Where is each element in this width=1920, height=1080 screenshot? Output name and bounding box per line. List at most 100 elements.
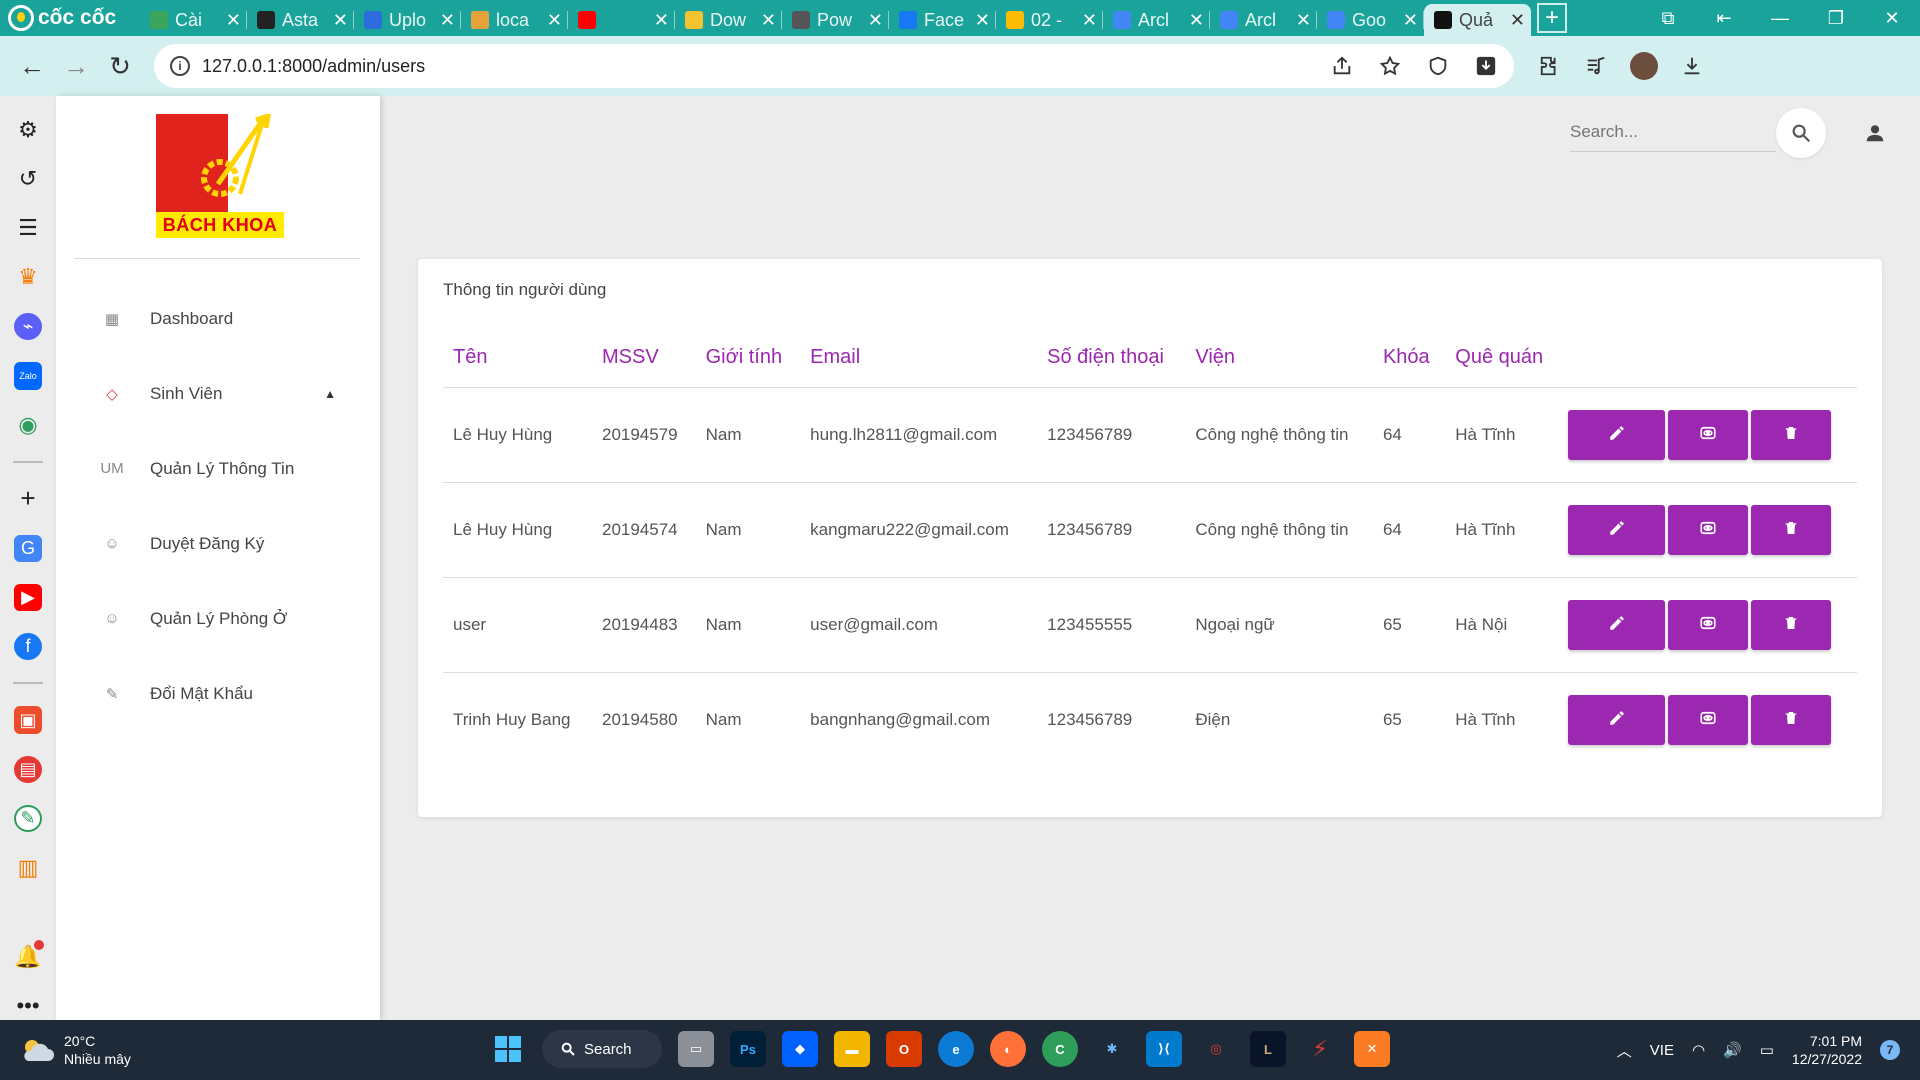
- browser-tab[interactable]: Pow ✕: [782, 4, 889, 36]
- view-button[interactable]: [1668, 504, 1749, 555]
- edit-button[interactable]: [1568, 504, 1666, 555]
- cell-email[interactable]: kangmaru222@gmail.com: [800, 482, 1038, 578]
- taskbar-search[interactable]: Search: [542, 1030, 662, 1068]
- view-button[interactable]: [1668, 599, 1749, 650]
- tab-close-icon[interactable]: ✕: [868, 10, 883, 31]
- settings-gear-icon[interactable]: ⚙: [14, 116, 42, 143]
- tab-close-icon[interactable]: ✕: [761, 10, 776, 31]
- coccoc-map-icon[interactable]: ✎: [14, 804, 42, 833]
- tab-close-icon[interactable]: ✕: [440, 10, 455, 31]
- google-translate-icon[interactable]: G: [14, 534, 42, 562]
- tab-close-icon[interactable]: ✕: [333, 10, 348, 31]
- dropbox-icon[interactable]: ◆: [782, 1031, 818, 1067]
- shield-icon[interactable]: [1426, 54, 1450, 78]
- more-icon[interactable]: •••: [14, 993, 42, 1020]
- astah-icon[interactable]: ✱: [1094, 1031, 1130, 1067]
- download-video-icon[interactable]: [1474, 54, 1498, 78]
- history-icon[interactable]: ↺: [14, 165, 42, 192]
- browser-tab[interactable]: ✕: [568, 4, 675, 36]
- close-window-button[interactable]: ✕: [1864, 0, 1920, 36]
- browser-tab[interactable]: Quả ✕: [1424, 4, 1531, 36]
- cell-email[interactable]: user@gmail.com: [800, 577, 1038, 673]
- office-icon[interactable]: O: [886, 1031, 922, 1067]
- share-icon[interactable]: [1330, 54, 1354, 78]
- cart-icon[interactable]: ▥: [14, 854, 42, 881]
- bookmark-star-icon[interactable]: [1378, 54, 1402, 78]
- delete-button[interactable]: [1751, 504, 1832, 555]
- browser-tab[interactable]: Uplo ✕: [354, 4, 461, 36]
- notification-badge[interactable]: 7: [1880, 1040, 1900, 1060]
- sidebar-item-3[interactable]: UM Quản Lý Thông Tin: [56, 431, 380, 506]
- tab-close-icon[interactable]: ✕: [1189, 10, 1204, 31]
- site-info-icon[interactable]: i: [170, 56, 190, 76]
- volume-icon[interactable]: 🔊: [1723, 1041, 1742, 1059]
- url-text[interactable]: 127.0.0.1:8000/admin/users: [202, 56, 425, 77]
- bach-khoa-logo[interactable]: BÁCH KHOA: [156, 112, 284, 238]
- tab-close-icon[interactable]: ✕: [1296, 10, 1311, 31]
- edit-button[interactable]: [1568, 409, 1666, 460]
- garena-icon[interactable]: ◎: [1198, 1031, 1234, 1067]
- tab-close-icon[interactable]: ✕: [547, 10, 562, 31]
- windows-start-icon[interactable]: [490, 1031, 526, 1067]
- clock[interactable]: 7:01 PM 12/27/2022: [1792, 1032, 1862, 1068]
- minimize-button[interactable]: —: [1752, 0, 1808, 36]
- tab-close-icon[interactable]: ✕: [226, 10, 241, 31]
- edit-button[interactable]: [1568, 694, 1666, 745]
- new-tab-button[interactable]: +: [1537, 3, 1567, 33]
- tab-close-icon[interactable]: ✕: [1403, 10, 1418, 31]
- flash-icon[interactable]: ⚡: [1302, 1031, 1338, 1067]
- sidebar-item-6[interactable]: ✎ Đổi Mật Khẩu: [56, 656, 380, 731]
- facebook-icon[interactable]: f: [14, 633, 42, 661]
- sidebar-item-2[interactable]: ◇ Sinh Viên ▲: [56, 356, 380, 431]
- extensions-icon[interactable]: [1538, 54, 1562, 78]
- tab-close-icon[interactable]: ✕: [1082, 10, 1097, 31]
- browser-tab[interactable]: loca ✕: [461, 4, 568, 36]
- messenger-icon[interactable]: ⌁: [14, 313, 42, 341]
- back-button[interactable]: ←: [10, 44, 54, 88]
- file-explorer-icon[interactable]: ▬: [834, 1031, 870, 1067]
- view-button[interactable]: [1668, 694, 1749, 745]
- vscode-icon[interactable]: ⟩⟨: [1146, 1031, 1182, 1067]
- tab-close-icon[interactable]: ✕: [654, 10, 669, 31]
- add-icon[interactable]: +: [14, 483, 42, 513]
- task-view-icon[interactable]: ▭: [678, 1031, 714, 1067]
- music-icon[interactable]: [1584, 54, 1608, 78]
- browser-tab[interactable]: Goo ✕: [1317, 4, 1424, 36]
- youtube-icon[interactable]: ▶: [14, 583, 42, 612]
- tab-close-icon[interactable]: ✕: [975, 10, 990, 31]
- bell-icon[interactable]: 🔔: [14, 939, 44, 971]
- sidebar-item-4[interactable]: ☺ Duyệt Đăng Ký: [56, 506, 380, 581]
- league-icon[interactable]: L: [1250, 1031, 1286, 1067]
- reload-button[interactable]: ↻: [98, 44, 142, 88]
- coccoc-taskbar-icon[interactable]: C: [1042, 1031, 1078, 1067]
- account-button[interactable]: [1860, 118, 1890, 148]
- delete-button[interactable]: [1751, 409, 1832, 460]
- xampp-icon[interactable]: ✕: [1354, 1031, 1390, 1067]
- edge-icon[interactable]: e: [938, 1031, 974, 1067]
- list-icon[interactable]: ☰: [14, 215, 42, 242]
- view-button[interactable]: [1668, 409, 1749, 460]
- delete-button[interactable]: [1751, 599, 1832, 650]
- search-button[interactable]: [1776, 108, 1826, 158]
- browser-tab[interactable]: Cài ✕: [140, 4, 247, 36]
- chevron-up-icon[interactable]: ︿: [1617, 1040, 1632, 1061]
- shopping-bag-icon[interactable]: ▣: [14, 706, 42, 734]
- screenshot-icon[interactable]: ⧉: [1640, 0, 1696, 36]
- profile-avatar[interactable]: [1630, 52, 1658, 80]
- firefox-icon[interactable]: ◐: [990, 1031, 1026, 1067]
- gamepad-icon[interactable]: ◉: [14, 412, 42, 439]
- news-icon[interactable]: ▤: [14, 755, 42, 783]
- sidebar-item-5[interactable]: ☺ Quản Lý Phòng Ở: [56, 581, 380, 656]
- back-list-icon[interactable]: ⇤: [1696, 0, 1752, 36]
- browser-tab[interactable]: Arcl ✕: [1210, 4, 1317, 36]
- maximize-button[interactable]: ❐: [1808, 0, 1864, 36]
- language-indicator[interactable]: VIE: [1650, 1042, 1674, 1059]
- sidebar-item-1[interactable]: ▦ Dashboard: [56, 281, 380, 356]
- weather-widget[interactable]: 20°C Nhiều mây: [0, 1032, 200, 1068]
- delete-button[interactable]: [1751, 694, 1832, 745]
- browser-tab[interactable]: Arcl ✕: [1103, 4, 1210, 36]
- battery-icon[interactable]: ▭: [1760, 1041, 1774, 1059]
- edit-button[interactable]: [1568, 599, 1666, 650]
- browser-tab[interactable]: 02 - ✕: [996, 4, 1103, 36]
- cell-email[interactable]: bangnhang@gmail.com: [800, 672, 1037, 767]
